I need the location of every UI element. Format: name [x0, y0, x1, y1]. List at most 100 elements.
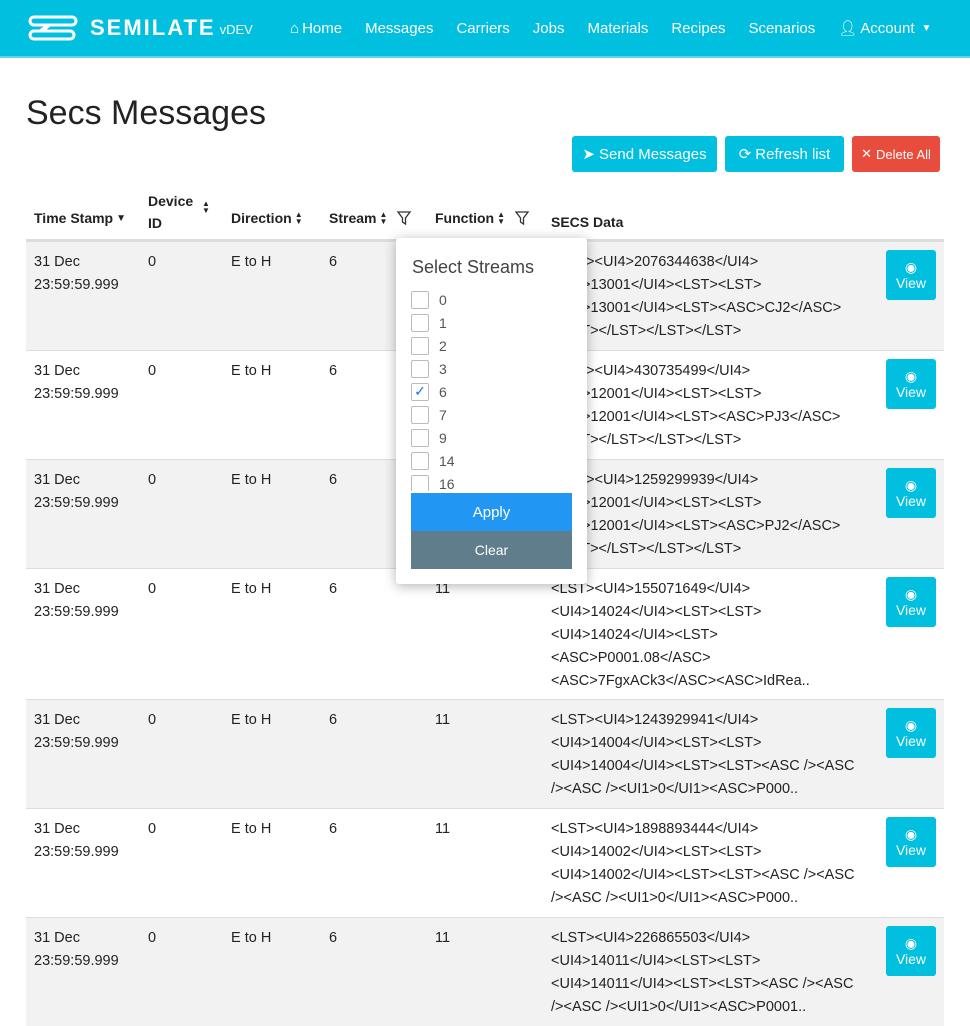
- nav-messages[interactable]: Messages: [365, 20, 433, 37]
- direction-cell: E to H: [231, 581, 272, 597]
- checkbox[interactable]: [411, 474, 429, 491]
- secs-data-cell: <LST><UI4>1898893444</UI4> <UI4>14002</UI…: [551, 818, 855, 910]
- checkbox[interactable]: [411, 290, 429, 309]
- time: 23:59:59.999: [34, 277, 119, 293]
- nav-carriers[interactable]: Carriers: [456, 20, 509, 37]
- option-label: 6: [439, 383, 447, 400]
- device-id-cell: 0: [148, 712, 157, 728]
- refresh-list-button[interactable]: ⟳ Refresh list: [725, 136, 844, 172]
- time: 23:59:59.999: [34, 495, 119, 511]
- eye-icon: ◉: [904, 717, 918, 733]
- secs-data-cell: <LST><UI4>2076344638</UI4> <UI4>13001</UI…: [551, 251, 841, 343]
- timestamp-cell: 31 Dec 23:59:59.999: [34, 709, 119, 755]
- header-label: Time Stamp: [34, 210, 114, 226]
- date: 31 Dec: [34, 712, 80, 728]
- delete-all-button[interactable]: ✕ Delete All: [852, 136, 940, 172]
- refresh-icon: ⟳: [738, 146, 752, 163]
- view-button[interactable]: ◉ View: [886, 359, 936, 409]
- function-cell: 11: [435, 821, 451, 837]
- header-label: Device: [148, 193, 194, 209]
- brand-logo[interactable]: SEMILATE vDEV: [28, 14, 290, 42]
- device-id-cell: 0: [148, 363, 157, 379]
- clear-button[interactable]: Clear: [411, 531, 572, 569]
- home-icon: ⌂: [290, 19, 300, 37]
- view-button[interactable]: ◉ View: [886, 250, 936, 300]
- stream-cell: 6: [329, 254, 338, 270]
- checkbox[interactable]: [411, 313, 429, 332]
- header-label: Function: [435, 210, 495, 226]
- secs-line: <UI4>12001</UI4><LST><ASC>PJ2</ASC>: [551, 518, 841, 534]
- button-label: Refresh list: [755, 145, 831, 163]
- secs-data-cell: <LST><UI4>430735499</UI4> <UI4>12001</UI4…: [551, 360, 840, 452]
- stream-option[interactable]: 2: [411, 334, 571, 357]
- secs-line: <UI4>13001</UI4><LST><ASC>CJ2</ASC>: [551, 300, 842, 316]
- eye-icon: ◉: [904, 586, 918, 602]
- checkbox[interactable]: [411, 359, 429, 378]
- secs-line: <LST><UI4>155071649</UI4>: [551, 581, 751, 597]
- option-label: 14: [439, 452, 455, 469]
- nav-home[interactable]: ⌂ Home: [290, 20, 342, 37]
- checkbox[interactable]: [411, 405, 429, 424]
- view-button[interactable]: ◉ View: [886, 926, 936, 976]
- table-row: 31 Dec 23:59:59.999 0 E to H 6 11 <LST><U…: [26, 917, 944, 1026]
- apply-button[interactable]: Apply: [411, 493, 572, 531]
- checkbox[interactable]: [411, 451, 429, 470]
- direction-cell: E to H: [231, 254, 272, 270]
- date: 31 Dec: [34, 472, 80, 488]
- close-icon: ✕: [861, 146, 872, 161]
- stream-option[interactable]: 7: [411, 403, 571, 426]
- option-label: 3: [439, 360, 447, 377]
- header-direction[interactable]: Direction ▲ ▼: [231, 210, 303, 226]
- view-button[interactable]: ◉ View: [886, 708, 936, 758]
- send-messages-button[interactable]: ➤ Send Messages: [572, 136, 717, 172]
- view-button[interactable]: ◉ View: [886, 468, 936, 518]
- secs-line: /><ASC /><UI1>0</UI1><ASC>P000..: [551, 890, 799, 906]
- view-button[interactable]: ◉ View: [886, 577, 936, 627]
- header-function[interactable]: Function ▲ ▼: [435, 210, 530, 226]
- header-stream[interactable]: Stream ▲ ▼: [329, 210, 412, 226]
- stream-option[interactable]: 1: [411, 311, 571, 334]
- stream-options-list[interactable]: 0 1 2 3 ✓ 6 7 9 14 16: [411, 288, 571, 491]
- device-id-cell: 0: [148, 472, 157, 488]
- nav-account[interactable]: 👤︎ Account ▼: [838, 19, 931, 38]
- header-timestamp[interactable]: Time Stamp ▼: [34, 210, 126, 226]
- secs-line: <LST><UI4>1259299939</UI4>: [551, 472, 759, 488]
- stream-option[interactable]: ✓ 6: [411, 380, 571, 403]
- stream-option[interactable]: 0: [411, 288, 571, 311]
- nav-jobs[interactable]: Jobs: [533, 20, 565, 37]
- device-id-cell: 0: [148, 930, 157, 946]
- nav-label: Home: [302, 19, 343, 37]
- secs-line: </LST></LST></LST></LST>: [551, 541, 742, 557]
- option-label: 16: [439, 475, 455, 492]
- nav-materials[interactable]: Materials: [587, 20, 648, 37]
- option-label: 1: [439, 314, 447, 331]
- timestamp-cell: 31 Dec 23:59:59.999: [34, 251, 119, 297]
- nav-recipes[interactable]: Recipes: [671, 20, 725, 37]
- time: 23:59:59.999: [34, 604, 119, 620]
- secs-line: <LST><UI4>1243929941</UI4>: [551, 712, 759, 728]
- nav-label: Account: [860, 19, 915, 37]
- secs-line: <LST><UI4>2076344638</UI4>: [551, 254, 759, 270]
- filter-icon[interactable]: [396, 210, 412, 226]
- checkbox[interactable]: [411, 336, 429, 355]
- header-label: Stream: [329, 210, 377, 226]
- filter-icon[interactable]: [514, 210, 530, 226]
- page-title: Secs Messages: [26, 94, 266, 132]
- stream-option[interactable]: 14: [411, 449, 571, 472]
- button-label: View: [895, 384, 927, 400]
- checkbox[interactable]: ✓: [411, 382, 429, 401]
- stream-option[interactable]: 3: [411, 357, 571, 380]
- date: 31 Dec: [34, 581, 80, 597]
- header-device-id[interactable]: Device ID: [148, 190, 193, 234]
- function-cell: 11: [435, 930, 451, 946]
- checkbox[interactable]: [411, 428, 429, 447]
- stream-option[interactable]: 16: [411, 472, 571, 491]
- secs-line: <UI4>14004</UI4><LST><LST><ASC /><ASC: [551, 758, 855, 774]
- view-button[interactable]: ◉ View: [886, 817, 936, 867]
- header-secs-data: SECS Data: [551, 214, 624, 230]
- button-label: View: [895, 842, 927, 858]
- nav-scenarios[interactable]: Scenarios: [749, 20, 816, 37]
- stream-option[interactable]: 9: [411, 426, 571, 449]
- sort-icon[interactable]: ▲ ▼: [202, 200, 210, 215]
- option-label: 2: [439, 337, 447, 354]
